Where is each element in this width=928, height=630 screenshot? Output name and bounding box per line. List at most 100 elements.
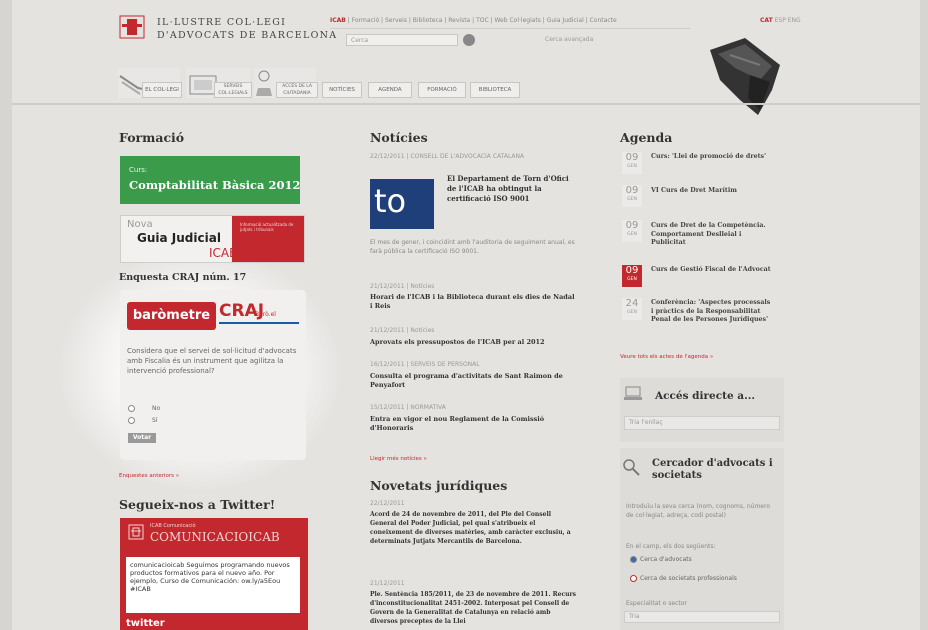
nav-tab-ciutadania[interactable]: ACCÉS DE LA CIUTADANIA [276,82,318,98]
guia-judicial-banner[interactable]: Nova Guia Judicial ICAB Informació actua… [120,215,305,263]
top-links-bar[interactable]: ICAB | Formació | Serveis | Biblioteca |… [330,17,617,24]
barometre-logo: baròmetre [127,302,216,330]
nav-tab-biblioteca[interactable]: BIBLIOTECA [470,82,520,98]
cercador-instructions: Introduïu la seva cerca (nom, cognoms, n… [626,503,770,519]
especialitat-select[interactable]: Tria [624,611,780,623]
agenda-month: GEN [627,232,637,237]
agenda-event[interactable]: Curs de Dret de la Competència. Comporta… [651,222,771,248]
agenda-day: 24 [625,298,639,309]
agenda-day: 09 [625,265,639,276]
poll-radio-no[interactable] [128,405,135,412]
guia-nova: Nova [127,219,153,230]
twitter-heading: Segueix-nos a Twitter! [119,497,276,512]
logo-line-1: IL·LUSTRE COL·LEGI [157,17,287,28]
news-title[interactable]: Aprovats els pressupostos de l'ICAB per … [370,338,575,347]
news-date: 15/12/2011 | NORMATIVA [370,404,446,411]
news-title[interactable]: Consulta el programa d'activitats de San… [370,372,575,390]
agenda-day: 09 [625,185,639,196]
news-title[interactable]: Horari de l'ICAB i la Biblioteca durant … [370,293,575,311]
agenda-date: 09 GEN [622,220,642,242]
computer-icon [624,386,642,400]
agenda-month: GEN [627,310,637,315]
news-date: 16/12/2011 | SERVEIS DE PERSONAL [370,361,480,368]
news-thumbnail[interactable]: to [370,179,434,229]
logo-wordmark[interactable]: IL·LUSTRE COL·LEGI D'ADVOCATS DE BARCELO… [157,16,337,42]
icab-badge-icon [128,524,144,540]
previous-polls-link[interactable]: Enquestes anteriors » [119,473,179,479]
cercador-heading: Cercador d'advocats i societats [652,458,773,481]
course-banner[interactable]: Curs: Comptabilitat Bàsica 2012 [120,156,301,204]
formacio-heading: Formació [119,130,185,145]
news-title[interactable]: El Departament de Torn d'Ofici de l'ICAB… [447,174,577,204]
twitter-account-name: COMUNICACIOICAB [150,530,280,544]
more-agenda-link[interactable]: Veure tots els actes de l'agenda » [620,354,713,360]
icab-logo-icon[interactable] [118,14,146,40]
news-thumbnail-text: to [374,182,407,220]
news-summary: El mes de gener, i coincidint amb l'audi… [370,239,575,255]
acces-directe-select[interactable]: Tria l'enllaç [624,416,780,430]
more-news-link[interactable]: Llegir més notícies » [370,456,427,462]
guia-red-panel: Informació actualitzada de jutjats i tri… [232,216,304,262]
news-date: 21/12/2011 | Notícies [370,327,435,334]
agenda-month: GEN [627,164,637,169]
novetats-heading: Novetats jurídiques [370,478,508,493]
course-banner-kicker: Curs: [129,166,148,174]
poll-label-si: Sí [152,417,158,424]
agenda-date: 09 GEN [622,152,642,174]
tweet-text: comunicacioicab Seguimos programando nue… [130,561,290,593]
acces-directe-panel [620,378,784,442]
top-link-icab[interactable]: ICAB [330,17,346,24]
agenda-event[interactable]: Curs: 'Llei de promoció de drets' [651,153,771,162]
magnifier-icon [623,459,640,476]
especialitat-label: Especialitat o sector [626,600,687,607]
agenda-month: GEN [627,277,637,282]
lawyer-toga-image [710,38,780,115]
news-date: 22/12/2011 | CONSELL DE L'ADVOCACIA CATA… [370,153,525,160]
main-navigation: EL COL·LEGI SERVEIS COL·LEGIALS ACCÉS DE… [118,68,658,102]
agenda-day: 09 [625,152,639,163]
radio-societats[interactable] [630,575,637,582]
nav-tab-noticies[interactable]: NOTÍCIES [322,82,362,98]
agenda-heading: Agenda [620,130,673,145]
guia-title: Guia Judicial [137,231,221,245]
news-title[interactable]: Entra en vigor el nou Reglament de la Co… [370,415,575,433]
enquesta-heading: Enquesta CRAJ núm. 17 [119,272,247,283]
logo-line-2: D'ADVOCATS DE BARCELONA [157,30,338,41]
twitter-logo[interactable]: twitter [126,618,165,629]
agenda-date: 09 GEN [622,185,642,207]
vote-button[interactable]: Votar [128,433,156,443]
nav-tab-collegi[interactable]: EL COL·LEGI [142,82,182,98]
twitter-account-small: ICAB Comunicació [150,523,196,529]
agenda-event[interactable]: VI Curs de Dret Marítim [651,187,771,196]
agenda-event[interactable]: Conferència: 'Aspectes processals i pràc… [651,299,771,325]
news-date: 21/12/2011 | Notícies [370,283,435,290]
poll-label-no: No [152,405,161,412]
nav-tab-serveis[interactable]: SERVEIS COL·LEGIALS [214,82,252,98]
advanced-search-link[interactable]: Cerca avançada [545,36,593,43]
novetat-date: 21/12/2011 [370,580,405,587]
nav-tab-formacio[interactable]: FORMACIÓ [418,82,466,98]
header-divider [330,28,690,29]
nav-tab-agenda[interactable]: AGENDA [368,82,412,98]
radio-advocats[interactable] [630,556,637,563]
cercador-subtitle: En el camp, els dos següents: [626,543,716,550]
agenda-date: 24 GEN [622,298,642,320]
novetat-text[interactable]: Ple. Sentència 185/2011, de 23 de novemb… [370,590,578,630]
poll-question: Considera que el servei de sol·licitud d… [127,347,297,375]
top-links-rest[interactable]: | Formació | Serveis | Biblioteca | Revi… [348,17,617,24]
noticies-heading: Notícies [370,130,428,145]
novetat-text[interactable]: Acord de 24 de novembre de 2011, del Ple… [370,510,578,546]
radio-societats-label: Cerca de societats professionals [640,575,737,582]
poll-radio-si[interactable] [128,417,135,424]
agenda-date-highlighted: 09 GEN [622,265,642,287]
search-input[interactable]: Cerca [346,34,458,46]
agenda-day: 09 [625,220,639,231]
course-banner-title: Comptabilitat Bàsica 2012 [129,178,301,192]
craj-subtitle: Barò.el [255,311,276,318]
novetat-date: 22/12/2011 [370,500,405,507]
acces-directe-heading: Accés directe a... [655,390,756,402]
search-button[interactable] [463,34,475,46]
guia-red-text: Informació actualitzada de jutjats i tri… [240,222,294,232]
nav-divider [12,103,920,105]
agenda-event[interactable]: Curs de Gestió Fiscal de l'Advocat [651,266,771,275]
